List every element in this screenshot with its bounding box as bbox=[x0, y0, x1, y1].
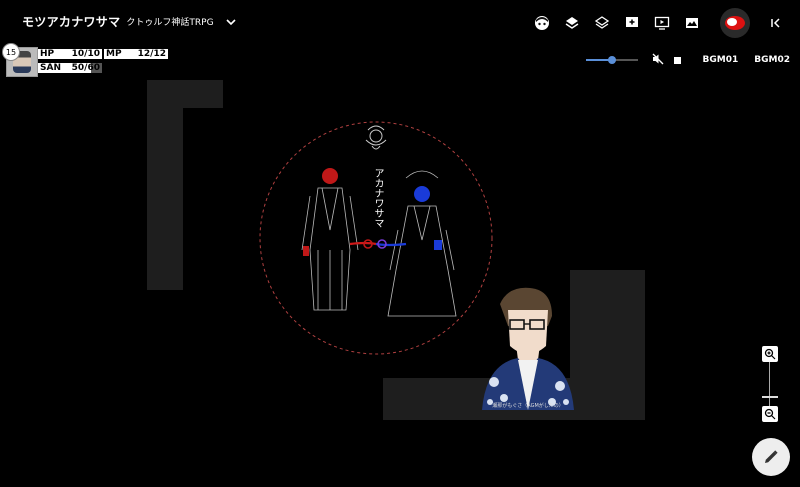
volume-slider[interactable] bbox=[585, 56, 638, 64]
zoom-track bbox=[769, 362, 770, 412]
scene-icon[interactable] bbox=[680, 11, 704, 35]
art-title: アカナワサマ bbox=[372, 168, 383, 228]
bgm-controls: BGM01 BGM02 bbox=[585, 53, 790, 68]
collapse-icon[interactable] bbox=[764, 11, 788, 35]
zoom-in-icon bbox=[764, 348, 776, 360]
stop-icon[interactable] bbox=[673, 56, 681, 64]
layers-icon[interactable] bbox=[560, 11, 584, 35]
hp-bar: HP 10/10 bbox=[38, 49, 102, 59]
zoom-out-button[interactable] bbox=[762, 406, 778, 422]
mp-label: MP bbox=[106, 49, 122, 59]
room-title[interactable]: モツアカナワサマ bbox=[22, 13, 120, 30]
chevron-down-icon[interactable] bbox=[224, 14, 238, 28]
layers-outline-icon[interactable] bbox=[590, 11, 614, 35]
volume-slider-knob[interactable] bbox=[607, 56, 616, 64]
game-system-label: クトゥルフ神話TRPG bbox=[126, 17, 214, 28]
wedding-artwork[interactable]: アカナワサマ bbox=[258, 120, 494, 356]
zoom-in-button[interactable] bbox=[762, 346, 778, 362]
board-wall bbox=[570, 270, 645, 420]
zoom-slider-handle[interactable] bbox=[762, 396, 778, 398]
character-portrait[interactable]: 15 bbox=[2, 43, 38, 77]
standee-caption: 瀬那がもぐさ（AGMがしたの） bbox=[492, 403, 564, 409]
initiative-badge: 15 bbox=[2, 43, 20, 61]
user-avatar-icon[interactable] bbox=[720, 8, 750, 38]
character-standee[interactable]: 瀬那がもぐさ（AGMがしたの） bbox=[478, 286, 578, 410]
edit-fab-button[interactable] bbox=[752, 438, 790, 476]
zoom-out-icon bbox=[764, 408, 776, 420]
bgm-track-1[interactable]: BGM01 bbox=[703, 55, 739, 65]
hp-label: HP bbox=[40, 49, 55, 59]
add-chat-icon[interactable] bbox=[620, 11, 644, 35]
bgm-track-2[interactable]: BGM02 bbox=[754, 55, 790, 65]
top-bar: モツアカナワサマ クトゥルフ神話TRPG bbox=[0, 0, 800, 42]
board-wall bbox=[147, 80, 183, 290]
character-icon[interactable] bbox=[530, 11, 554, 35]
zoom-controls bbox=[760, 346, 780, 426]
hp-value: 10/10 bbox=[71, 49, 100, 59]
san-value: 50/60 bbox=[71, 63, 100, 73]
san-bar: SAN 50/60 bbox=[38, 63, 102, 73]
san-label: SAN bbox=[40, 63, 61, 73]
mp-bar: MP 12/12 bbox=[104, 49, 168, 59]
toolbar-icons bbox=[530, 8, 788, 38]
mp-value: 12/12 bbox=[137, 49, 166, 59]
screen-icon[interactable] bbox=[650, 11, 674, 35]
pencil-icon bbox=[765, 450, 778, 463]
mute-icon[interactable] bbox=[652, 53, 664, 68]
